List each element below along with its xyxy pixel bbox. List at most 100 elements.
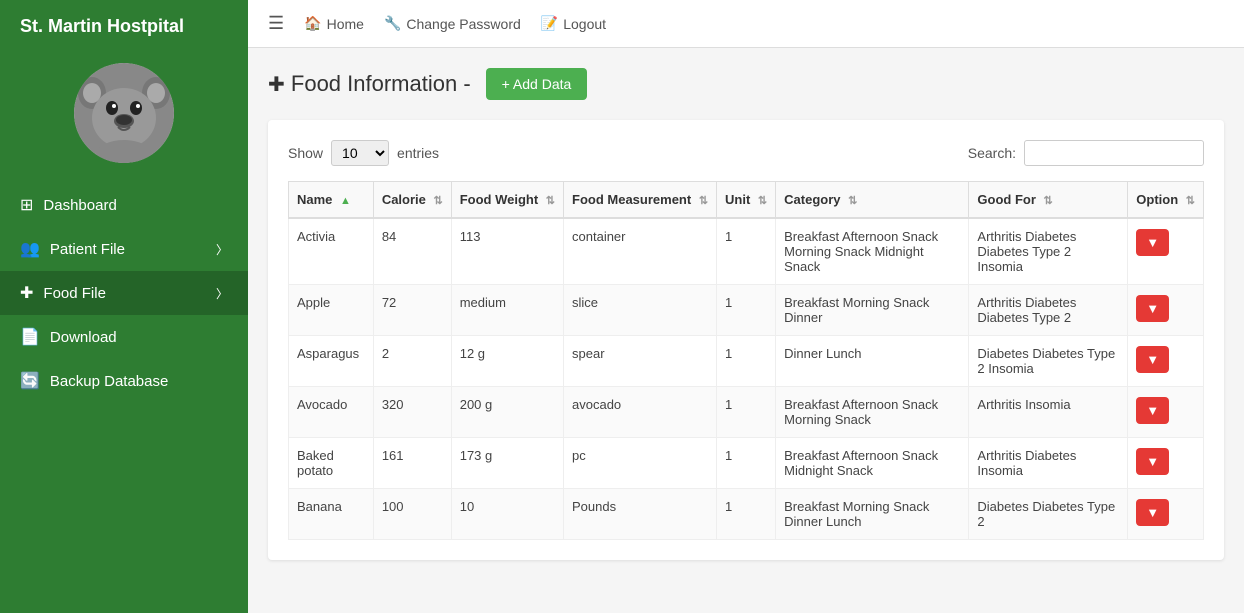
table-row: Baked potato161173 gpc1Breakfast Afterno…	[289, 438, 1204, 489]
entries-select[interactable]: 10 25 50 100	[331, 140, 389, 166]
patient-file-arrow-icon: 〉	[216, 241, 228, 258]
option-cell: ▼	[1128, 336, 1204, 387]
table-cell: Arthritis Diabetes Diabetes Type 2 Insom…	[969, 218, 1128, 285]
nav-backup-database[interactable]: 🔄 Backup Database	[0, 359, 248, 403]
table-body: Activia84113container1Breakfast Afternoo…	[289, 218, 1204, 540]
avatar	[74, 63, 174, 163]
table-cell: 1	[717, 438, 776, 489]
table-cell: 10	[451, 489, 563, 540]
table-cell: 2	[373, 336, 451, 387]
add-data-button[interactable]: + Add Data	[486, 68, 588, 100]
table-row: Activia84113container1Breakfast Afternoo…	[289, 218, 1204, 285]
table-cell: Arthritis Diabetes Insomia	[969, 438, 1128, 489]
nav-patient-file-label: Patient File	[50, 241, 125, 258]
search-input[interactable]	[1024, 140, 1204, 166]
food-table: Name ▲ Calorie ⇅ Food Weight ⇅ Food Meas…	[288, 181, 1204, 540]
col-option[interactable]: Option ⇅	[1128, 182, 1204, 219]
table-cell: 1	[717, 387, 776, 438]
option-cell: ▼	[1128, 387, 1204, 438]
table-cell: container	[564, 218, 717, 285]
table-cell: Diabetes Diabetes Type 2 Insomia	[969, 336, 1128, 387]
table-cell: Banana	[289, 489, 374, 540]
page-title-bar: ✚ Food Information - + Add Data	[268, 68, 1224, 100]
table-cell: pc	[564, 438, 717, 489]
table-cell: spear	[564, 336, 717, 387]
nav-download[interactable]: 📄 Download	[0, 315, 248, 359]
col-category[interactable]: Category ⇅	[776, 182, 969, 219]
patient-file-icon: 👥	[20, 239, 40, 259]
option-dropdown-button[interactable]: ▼	[1136, 346, 1169, 373]
option-dropdown-button[interactable]: ▼	[1136, 397, 1169, 424]
col-food-weight[interactable]: Food Weight ⇅	[451, 182, 563, 219]
table-cell: avocado	[564, 387, 717, 438]
table-cell: Asparagus	[289, 336, 374, 387]
table-cell: 1	[717, 285, 776, 336]
topnav-logout-label: Logout	[563, 16, 606, 32]
option-cell: ▼	[1128, 438, 1204, 489]
table-cell: 161	[373, 438, 451, 489]
table-cell: Breakfast Afternoon Snack Morning Snack …	[776, 218, 969, 285]
table-row: Avocado320200 gavocado1Breakfast Afterno…	[289, 387, 1204, 438]
hamburger-icon[interactable]: ☰	[268, 13, 284, 34]
table-card: Show 10 25 50 100 entries Search:	[268, 120, 1224, 560]
col-calorie[interactable]: Calorie ⇅	[373, 182, 451, 219]
table-cell: Breakfast Afternoon Snack Midnight Snack	[776, 438, 969, 489]
main-content: ☰ 🏠 Home 🔧 Change Password 📝 Logout ✚ Fo…	[248, 0, 1244, 613]
option-dropdown-button[interactable]: ▼	[1136, 448, 1169, 475]
table-cell: 1	[717, 489, 776, 540]
table-cell: Dinner Lunch	[776, 336, 969, 387]
nav-patient-file[interactable]: 👥 Patient File 〉	[0, 227, 248, 271]
table-cell: 173 g	[451, 438, 563, 489]
food-file-icon: ✚	[20, 283, 33, 303]
option-cell: ▼	[1128, 218, 1204, 285]
table-cell: medium	[451, 285, 563, 336]
table-cell: 100	[373, 489, 451, 540]
home-icon: 🏠	[304, 15, 321, 32]
option-dropdown-button[interactable]: ▼	[1136, 295, 1169, 322]
topnav-home[interactable]: 🏠 Home	[304, 15, 364, 32]
download-icon: 📄	[20, 327, 40, 347]
topnav-change-password-label: Change Password	[406, 16, 520, 32]
table-row: Banana10010Pounds1Breakfast Morning Snac…	[289, 489, 1204, 540]
wrench-icon: 🔧	[384, 15, 401, 32]
show-entries-control: Show 10 25 50 100 entries	[288, 140, 439, 166]
table-row: Asparagus212 gspear1Dinner LunchDiabetes…	[289, 336, 1204, 387]
page-content: ✚ Food Information - + Add Data Show 10 …	[248, 48, 1244, 613]
table-cell: 200 g	[451, 387, 563, 438]
table-row: Apple72mediumslice1Breakfast Morning Sna…	[289, 285, 1204, 336]
nav-backup-label: Backup Database	[50, 373, 168, 390]
col-name[interactable]: Name ▲	[289, 182, 374, 219]
table-cell: 320	[373, 387, 451, 438]
food-file-arrow-icon: 〉	[216, 285, 228, 302]
logout-icon: 📝	[541, 15, 558, 32]
app-title: St. Martin Hostpital	[0, 0, 248, 53]
option-dropdown-button[interactable]: ▼	[1136, 499, 1169, 526]
table-cell: Breakfast Afternoon Snack Morning Snack	[776, 387, 969, 438]
col-good-for[interactable]: Good For ⇅	[969, 182, 1128, 219]
show-label: Show	[288, 145, 323, 161]
page-title: ✚ Food Information -	[268, 71, 471, 97]
table-controls: Show 10 25 50 100 entries Search:	[288, 140, 1204, 166]
nav-download-label: Download	[50, 329, 117, 346]
dashboard-icon: ⊞	[20, 195, 33, 215]
col-unit[interactable]: Unit ⇅	[717, 182, 776, 219]
nav-food-file[interactable]: ✚ Food File 〉	[0, 271, 248, 315]
table-cell: Baked potato	[289, 438, 374, 489]
backup-icon: 🔄	[20, 371, 40, 391]
topnav-change-password[interactable]: 🔧 Change Password	[384, 15, 521, 32]
table-cell: 1	[717, 336, 776, 387]
table-cell: Arthritis Diabetes Diabetes Type 2	[969, 285, 1128, 336]
nav-dashboard[interactable]: ⊞ Dashboard	[0, 183, 248, 227]
topnav-home-label: Home	[327, 16, 364, 32]
table-cell: 84	[373, 218, 451, 285]
option-dropdown-button[interactable]: ▼	[1136, 229, 1169, 256]
table-cell: Apple	[289, 285, 374, 336]
option-cell: ▼	[1128, 489, 1204, 540]
table-cell: Avocado	[289, 387, 374, 438]
topnav-logout[interactable]: 📝 Logout	[541, 15, 606, 32]
table-cell: 12 g	[451, 336, 563, 387]
col-food-measurement[interactable]: Food Measurement ⇅	[564, 182, 717, 219]
table-cell: Arthritis Insomia	[969, 387, 1128, 438]
table-cell: 1	[717, 218, 776, 285]
table-cell: Breakfast Morning Snack Dinner Lunch	[776, 489, 969, 540]
